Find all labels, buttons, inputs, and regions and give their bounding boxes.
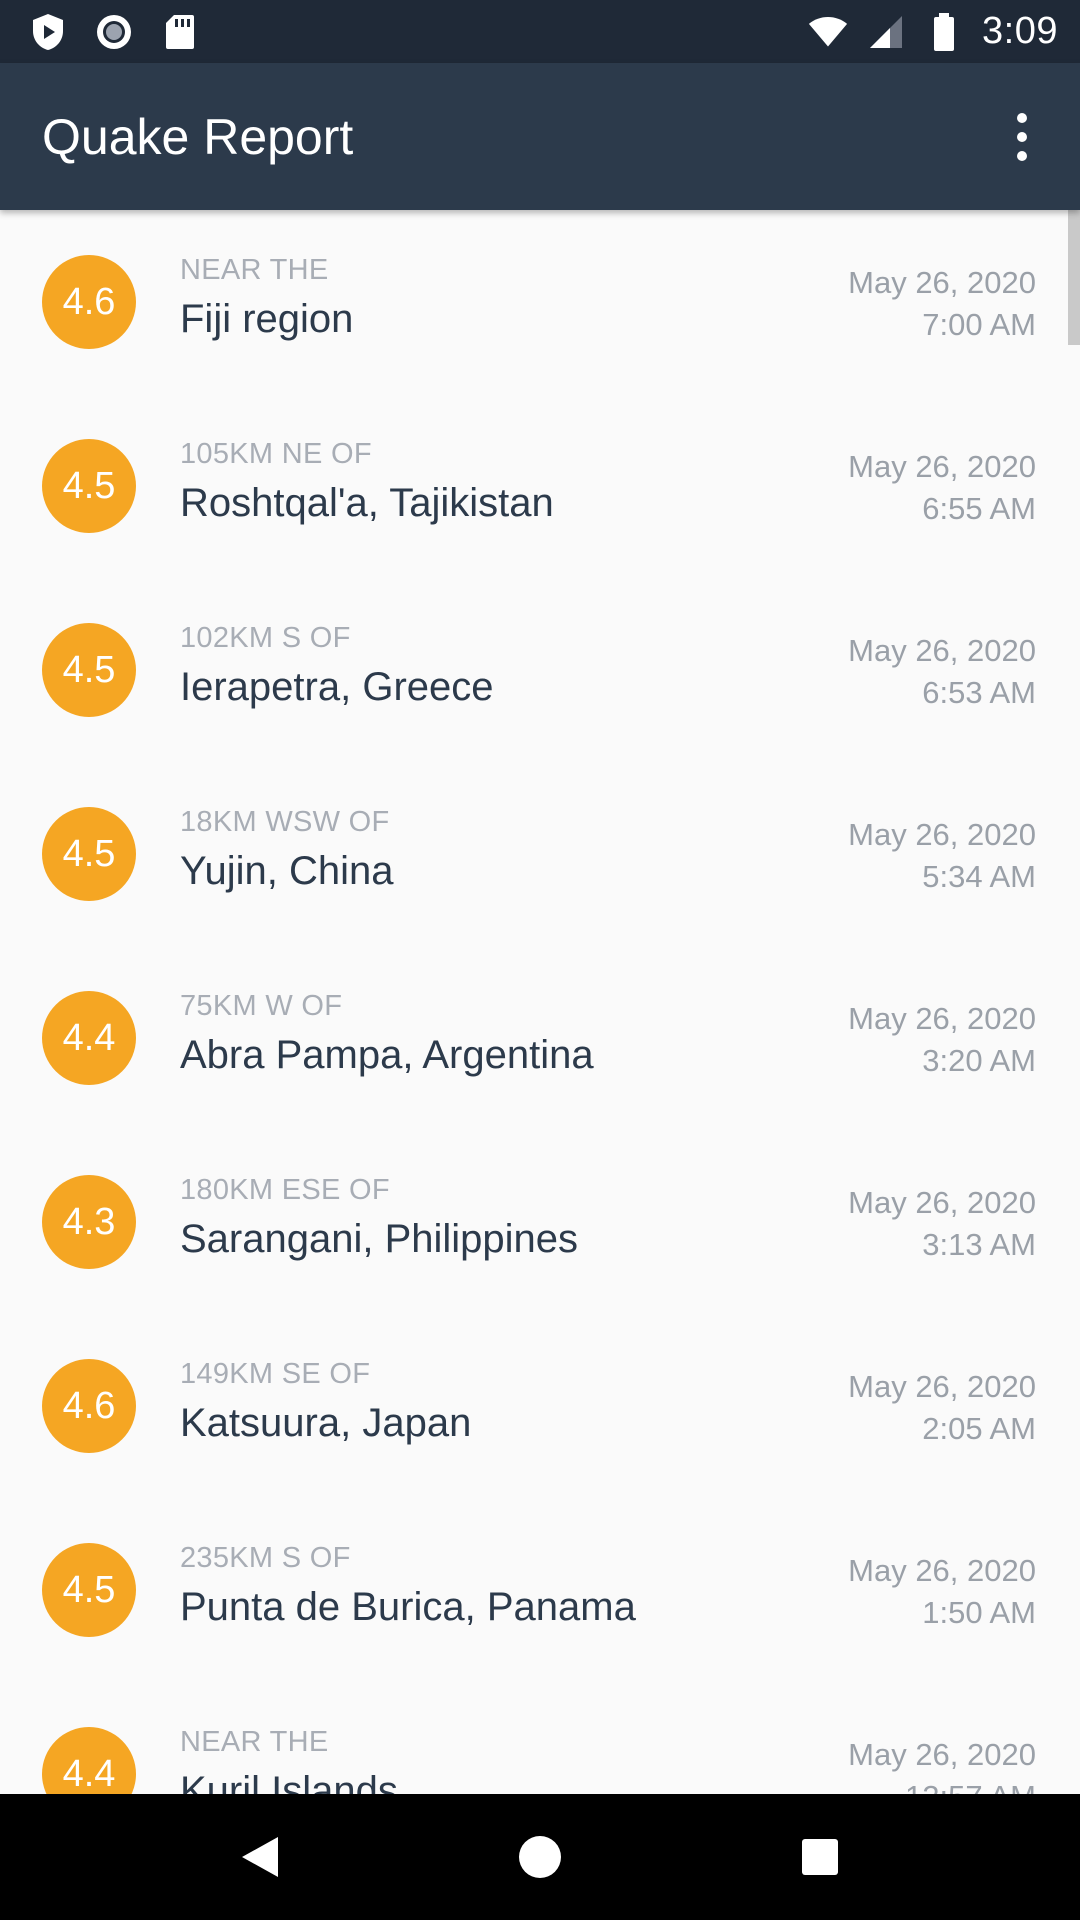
record-icon: [94, 12, 134, 52]
date-time-block: May 26, 2020 2:05 AM: [848, 1366, 1036, 1450]
location-offset: 18KM WSW OF: [180, 806, 390, 838]
date-time-block: May 26, 2020 6:55 AM: [848, 446, 1036, 530]
quake-time: 6:53 AM: [922, 675, 1036, 710]
earthquake-list-item[interactable]: 4.6 149KM SE OF Katsuura, Japan May 26, 202…: [0, 1314, 1080, 1498]
quake-time: 6:55 AM: [922, 491, 1036, 526]
quake-time: 2:05 AM: [922, 1411, 1036, 1446]
primary-location: Punta de Burica, Panama: [180, 1585, 636, 1629]
primary-location: Roshtqal'a, Tajikistan: [180, 481, 554, 525]
quake-date: May 26, 2020: [848, 1001, 1036, 1036]
location-block: 102KM S OF Ierapetra, Greece: [180, 622, 494, 710]
app-title: Quake Report: [42, 108, 354, 165]
date-time-block: May 26, 2020 3:13 AM: [848, 1182, 1036, 1266]
location-block: NEAR THE Kuril Islands: [180, 1726, 398, 1794]
more-options-button[interactable]: [998, 107, 1046, 167]
earthquake-list-item[interactable]: 4.5 235KM S OF Punta de Burica, Panama May …: [0, 1498, 1080, 1682]
cell-signal-icon: [866, 12, 906, 52]
home-button[interactable]: [500, 1817, 580, 1897]
quake-date: May 26, 2020: [848, 265, 1036, 300]
location-block: 180KM ESE OF Sarangani, Philippines: [180, 1174, 578, 1262]
quake-time: 7:00 AM: [922, 307, 1036, 342]
magnitude-circle: 4.4: [42, 1727, 136, 1794]
primary-location: Katsuura, Japan: [180, 1401, 472, 1445]
location-block: 18KM WSW OF Yujin, China: [180, 806, 393, 894]
location-offset: NEAR THE: [180, 1726, 329, 1758]
location-offset: 149KM SE OF: [180, 1358, 371, 1390]
earthquake-list-item[interactable]: 4.5 105KM NE OF Roshtqal'a, Tajikistan May …: [0, 394, 1080, 578]
earthquake-list-item[interactable]: 4.4 75KM W OF Abra Pampa, Argentina May 26,…: [0, 946, 1080, 1130]
date-time-block: May 26, 2020 7:00 AM: [848, 262, 1036, 346]
status-bar: 3:09: [0, 0, 1080, 63]
quake-date: May 26, 2020: [848, 1369, 1036, 1404]
home-icon: [519, 1836, 561, 1878]
location-offset: 102KM S OF: [180, 622, 351, 654]
quake-date: May 26, 2020: [848, 1737, 1036, 1772]
quake-date: May 26, 2020: [848, 1553, 1036, 1588]
location-block: NEAR THE Fiji region: [180, 254, 353, 342]
recents-button[interactable]: [780, 1817, 860, 1897]
earthquake-list-item[interactable]: 4.4 NEAR THE Kuril Islands May 26, 2020 12:5…: [0, 1682, 1080, 1794]
magnitude-circle: 4.6: [42, 1359, 136, 1453]
earthquake-list-item[interactable]: 4.5 102KM S OF Ierapetra, Greece May 26, 20…: [0, 578, 1080, 762]
magnitude-circle: 4.4: [42, 991, 136, 1085]
battery-icon: [924, 12, 964, 52]
location-offset: 235KM S OF: [180, 1542, 351, 1574]
location-offset: NEAR THE: [180, 254, 329, 286]
earthquake-list-item[interactable]: 4.5 18KM WSW OF Yujin, China May 26, 2020 5:…: [0, 762, 1080, 946]
earthquake-list-item[interactable]: 4.3 180KM ESE OF Sarangani, Philippines May…: [0, 1130, 1080, 1314]
primary-location: Ierapetra, Greece: [180, 665, 494, 709]
sd-card-icon: [160, 12, 200, 52]
location-block: 105KM NE OF Roshtqal'a, Tajikistan: [180, 438, 554, 526]
location-offset: 75KM W OF: [180, 990, 343, 1022]
date-time-block: May 26, 2020 6:53 AM: [848, 630, 1036, 714]
magnitude-circle: 4.3: [42, 1175, 136, 1269]
magnitude-circle: 4.5: [42, 439, 136, 533]
magnitude-circle: 4.5: [42, 1543, 136, 1637]
primary-location: Fiji region: [180, 297, 354, 341]
quake-time: 3:20 AM: [922, 1043, 1036, 1078]
quake-time: 3:13 AM: [922, 1227, 1036, 1262]
app-bar: Quake Report: [0, 63, 1080, 210]
status-right-icons: 3:09: [808, 10, 1058, 53]
location-block: 149KM SE OF Katsuura, Japan: [180, 1358, 471, 1446]
earthquake-list[interactable]: 4.6 NEAR THE Fiji region May 26, 2020 7:00 A…: [0, 210, 1080, 1794]
quake-date: May 26, 2020: [848, 449, 1036, 484]
status-time: 3:09: [982, 10, 1058, 52]
quake-date: May 26, 2020: [848, 633, 1036, 668]
location-offset: 180KM ESE OF: [180, 1174, 390, 1206]
more-vert-icon: [1017, 112, 1027, 123]
status-left-icons: [28, 12, 200, 52]
primary-location: Abra Pampa, Argentina: [180, 1033, 594, 1077]
quake-time: 12:57 AM: [848, 1776, 1036, 1794]
scrollbar[interactable]: [1068, 210, 1080, 345]
date-time-block: May 26, 2020 1:50 AM: [848, 1550, 1036, 1634]
location-block: 75KM W OF Abra Pampa, Argentina: [180, 990, 594, 1078]
back-icon: [242, 1837, 278, 1877]
back-button[interactable]: [220, 1817, 300, 1897]
primary-location: Yujin, China: [180, 849, 394, 893]
recents-icon: [802, 1839, 838, 1875]
location-offset: 105KM NE OF: [180, 438, 372, 470]
quake-time: 1:50 AM: [922, 1595, 1036, 1630]
location-block: 235KM S OF Punta de Burica, Panama: [180, 1542, 636, 1630]
date-time-block: May 26, 2020 3:20 AM: [848, 998, 1036, 1082]
quake-date: May 26, 2020: [848, 1185, 1036, 1220]
earthquake-list-item[interactable]: 4.6 NEAR THE Fiji region May 26, 2020 7:00 A…: [0, 210, 1080, 394]
play-protect-icon: [28, 12, 68, 52]
date-time-block: May 26, 2020 12:57 AM: [848, 1734, 1036, 1794]
wifi-icon: [808, 12, 848, 52]
quake-time: 5:34 AM: [922, 859, 1036, 894]
magnitude-circle: 4.6: [42, 255, 136, 349]
primary-location: Kuril Islands: [180, 1769, 398, 1794]
date-time-block: May 26, 2020 5:34 AM: [848, 814, 1036, 898]
primary-location: Sarangani, Philippines: [180, 1217, 579, 1261]
magnitude-circle: 4.5: [42, 623, 136, 717]
quake-date: May 26, 2020: [848, 817, 1036, 852]
magnitude-circle: 4.5: [42, 807, 136, 901]
navigation-bar: [0, 1794, 1080, 1920]
screen: 3:09 Quake Report 4.6 NEAR THE Fiji region…: [0, 0, 1080, 1920]
